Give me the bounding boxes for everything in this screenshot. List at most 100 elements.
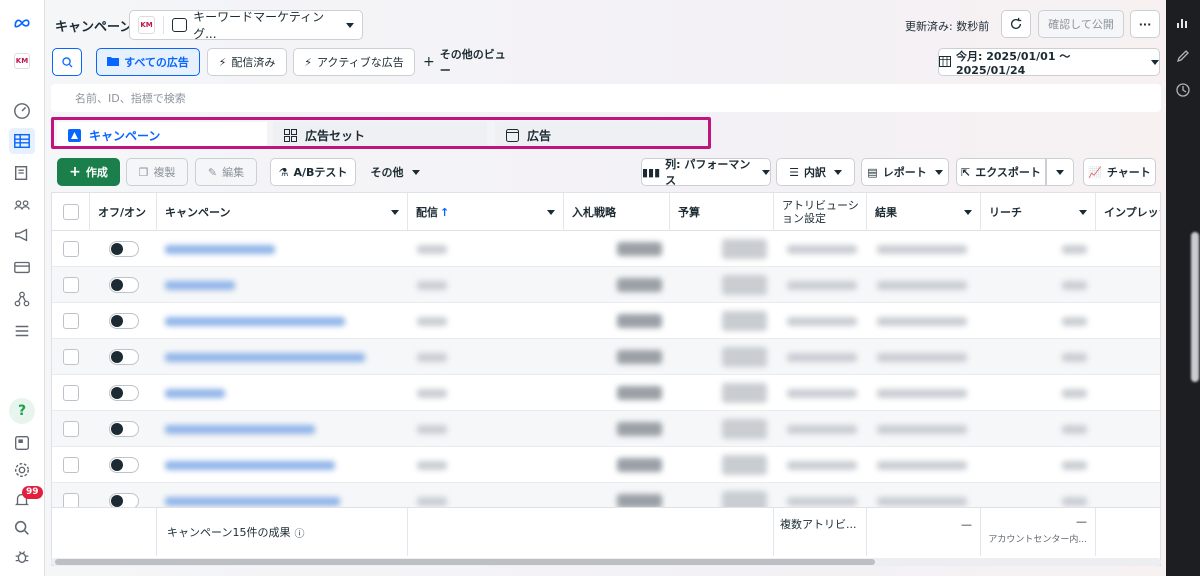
redacted-budget	[722, 419, 767, 439]
overview-gauge-icon[interactable]	[9, 98, 35, 124]
row-checkbox[interactable]	[63, 349, 79, 365]
row-attribution	[787, 339, 857, 375]
business-graph-icon[interactable]	[9, 286, 35, 312]
view-all-ads[interactable]: すべての広告	[96, 48, 200, 76]
footer-summary-label: キャンペーン15件の成果	[167, 526, 291, 539]
row-budget	[722, 411, 767, 447]
view-delivered[interactable]: ⚡ 配信済み	[207, 48, 287, 76]
row-bid	[617, 231, 662, 267]
row-checkbox[interactable]	[63, 277, 79, 293]
date-range-picker[interactable]: 今月: 2025/01/01 〜 2025/01/24	[938, 48, 1160, 77]
column-results[interactable]: 結果	[867, 193, 981, 231]
account-avatar-icon[interactable]: KM	[9, 48, 35, 74]
campaign-toggle[interactable]	[109, 313, 139, 329]
horizontal-scrollbar-thumb[interactable]	[55, 559, 875, 565]
column-attribution[interactable]: アトリビューション設定	[774, 193, 867, 231]
folder-icon	[107, 56, 120, 69]
export-button[interactable]: ⇱ エクスポート	[956, 158, 1046, 186]
vertical-scrollbar[interactable]	[1191, 232, 1199, 382]
campaign-toggle[interactable]	[109, 241, 139, 257]
chart-button[interactable]: 📈 チャート	[1083, 158, 1156, 186]
bug-report-icon[interactable]	[9, 544, 35, 570]
duplicate-button[interactable]: ❐ 複製	[126, 158, 188, 186]
row-attribution	[787, 231, 857, 267]
row-campaign-name[interactable]	[165, 447, 335, 483]
row-campaign-name[interactable]	[165, 411, 315, 447]
menu-icon[interactable]	[9, 318, 35, 344]
select-all-checkbox[interactable]	[62, 204, 79, 220]
table-row[interactable]	[52, 339, 1160, 375]
campaign-toggle[interactable]	[109, 457, 139, 473]
search-icon[interactable]	[9, 515, 35, 541]
table-row[interactable]	[52, 267, 1160, 303]
table-row[interactable]	[52, 447, 1160, 483]
pages-icon[interactable]	[9, 160, 35, 186]
column-campaign[interactable]: キャンペーン	[157, 193, 408, 231]
row-results	[877, 303, 967, 339]
column-campaign-label: キャンペーン	[165, 206, 231, 219]
megaphone-icon[interactable]	[9, 222, 35, 248]
row-results	[877, 375, 967, 411]
audiences-icon[interactable]	[9, 192, 35, 218]
ads-manager-table-icon[interactable]	[9, 128, 35, 154]
search-input[interactable]: 名前、ID、指標で検索	[51, 84, 1161, 112]
pencil-icon[interactable]	[1175, 48, 1191, 64]
row-checkbox[interactable]	[63, 241, 79, 257]
billing-card-icon[interactable]	[9, 254, 35, 280]
more-options-button[interactable]: ···	[1130, 10, 1160, 38]
column-toggle[interactable]: オフ/オン	[90, 193, 157, 231]
account-selector[interactable]: KM キーワードマーケティング...	[129, 10, 363, 41]
view-active-ads[interactable]: ⚡ アクティブな広告	[293, 48, 415, 76]
meta-logo-icon[interactable]	[9, 10, 35, 36]
redacted-delivery	[417, 244, 447, 254]
row-checkbox[interactable]	[63, 385, 79, 401]
table-row[interactable]	[52, 375, 1160, 411]
report-icon: ▤	[867, 165, 878, 179]
row-campaign-name[interactable]	[165, 303, 345, 339]
history-clock-icon[interactable]	[1175, 82, 1191, 98]
other-views-button[interactable]: + その他のビュー	[423, 48, 513, 77]
column-delivery[interactable]: 配信 ↑	[408, 193, 564, 231]
help-icon[interactable]: ?	[9, 398, 35, 424]
row-campaign-name[interactable]	[165, 339, 365, 375]
row-delivery	[417, 267, 447, 303]
table-row[interactable]	[52, 303, 1160, 339]
campaign-toggle[interactable]	[109, 421, 139, 437]
column-bid-strategy[interactable]: 入札戦略	[564, 193, 670, 231]
table-row[interactable]	[52, 411, 1160, 447]
breakdown-dropdown[interactable]: ☰ 内訳	[776, 158, 855, 186]
redacted-delivery	[417, 496, 447, 506]
redacted-reach	[1062, 460, 1087, 470]
edit-button[interactable]: ✎ 編集	[195, 158, 257, 186]
refresh-button[interactable]	[1001, 10, 1031, 38]
redacted-campaign-name	[165, 280, 235, 290]
row-campaign-name[interactable]	[165, 267, 235, 303]
row-checkbox-cell	[63, 339, 79, 375]
bar-chart-icon[interactable]	[1175, 14, 1191, 30]
search-toggle-button[interactable]	[52, 48, 82, 76]
campaign-toggle[interactable]	[109, 349, 139, 365]
table-row[interactable]	[52, 231, 1160, 267]
row-campaign-name[interactable]	[165, 231, 275, 267]
create-button[interactable]: + 作成	[57, 158, 120, 186]
row-checkbox[interactable]	[63, 421, 79, 437]
settings-gear-icon[interactable]	[9, 457, 35, 483]
export-options-dropdown[interactable]	[1046, 158, 1074, 186]
row-checkbox[interactable]	[63, 457, 79, 473]
news-icon[interactable]	[9, 430, 35, 456]
column-reach[interactable]: リーチ	[981, 193, 1096, 231]
campaign-toggle[interactable]	[109, 385, 139, 401]
column-impressions[interactable]: インプレッション	[1096, 193, 1160, 231]
report-dropdown[interactable]: ▤ レポート	[861, 158, 949, 186]
redacted-reach	[1062, 352, 1087, 362]
other-actions-dropdown[interactable]: その他	[363, 158, 427, 186]
campaign-toggle[interactable]	[109, 277, 139, 293]
columns-dropdown[interactable]: ▮▮▮ 列: パフォーマンス	[641, 158, 771, 187]
ab-test-button[interactable]: ⚗ A/Bテスト	[270, 158, 356, 186]
review-publish-button[interactable]: 確認して公開	[1038, 10, 1124, 38]
info-icon[interactable]: ⓘ	[294, 525, 304, 540]
redacted-attribution	[787, 352, 857, 362]
row-campaign-name[interactable]	[165, 375, 225, 411]
column-budget[interactable]: 予算	[670, 193, 774, 231]
row-checkbox[interactable]	[63, 313, 79, 329]
